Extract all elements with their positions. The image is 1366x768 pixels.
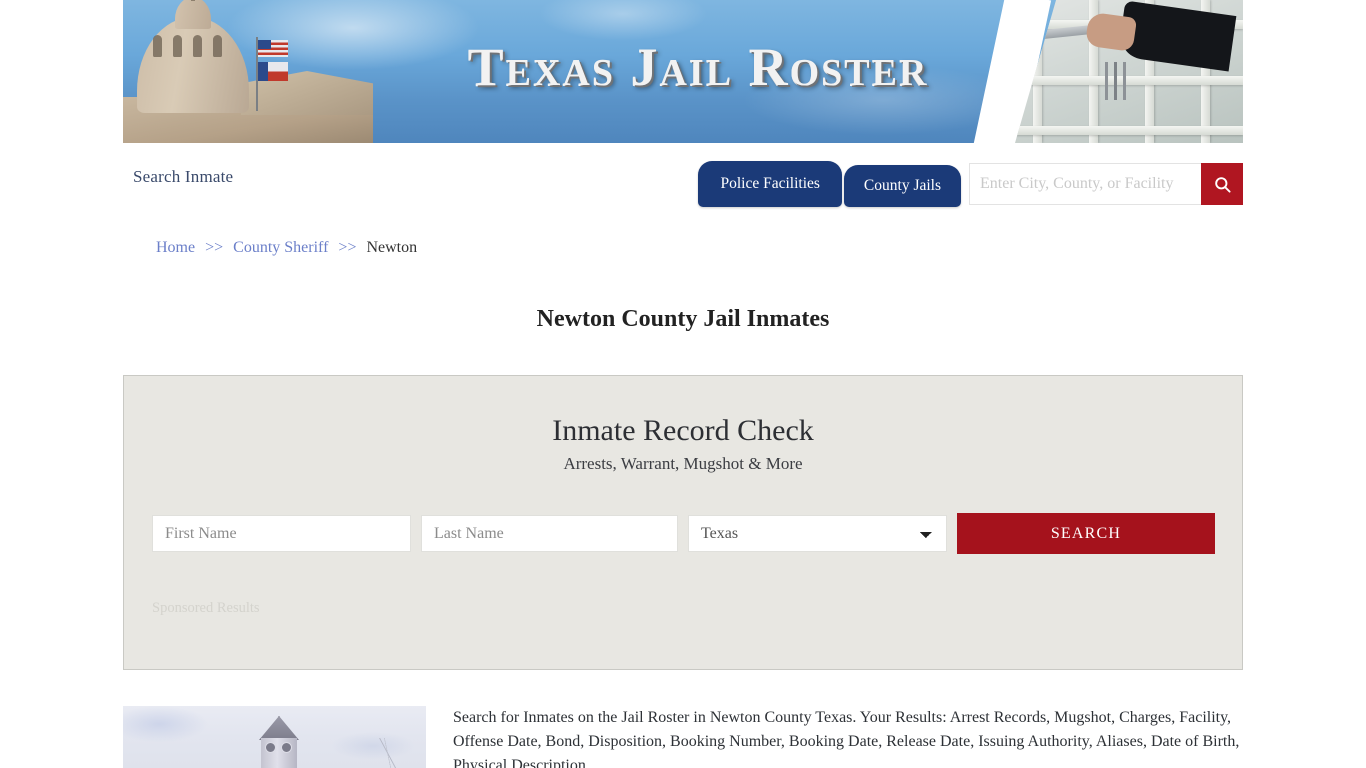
navbar: Search Inmate Police Facilities County J…: [123, 143, 1243, 221]
breadcrumb-separator: >>: [205, 239, 224, 256]
breadcrumb-separator: >>: [338, 239, 357, 256]
tower-roof: [259, 716, 299, 740]
brand-logo[interactable]: Search Inmate: [133, 167, 233, 187]
inmate-search-form: Texas SEARCH: [152, 513, 1215, 554]
page-root: Texas Jail Roster Search Inmate Police F…: [0, 0, 1366, 768]
search-icon: [1213, 175, 1232, 194]
last-name-input[interactable]: [421, 515, 678, 552]
description-section: Search for Inmates on the Jail Roster in…: [123, 706, 1243, 768]
inmate-record-check-panel: Inmate Record Check Arrests, Warrant, Mu…: [123, 375, 1243, 670]
courthouse-thumbnail: [123, 706, 426, 768]
breadcrumb-item-county-sheriff[interactable]: County Sheriff: [233, 239, 328, 256]
clock-face-icon: [281, 742, 292, 753]
breadcrumb-item-current: Newton: [366, 239, 418, 256]
inmate-search-button[interactable]: SEARCH: [957, 513, 1215, 554]
description-paragraph: Search for Inmates on the Jail Roster in…: [453, 709, 1240, 768]
header-search: [969, 163, 1243, 205]
first-name-input[interactable]: [152, 515, 411, 552]
search-input[interactable]: [969, 163, 1201, 205]
clock-face-icon: [265, 742, 276, 753]
state-select[interactable]: Texas: [688, 515, 947, 552]
search-submit-button[interactable]: [1201, 163, 1243, 205]
sponsored-results-label: Sponsored Results: [152, 600, 260, 616]
banner-title: Texas Jail Roster: [467, 37, 929, 97]
tab-police-facilities[interactable]: Police Facilities: [698, 161, 842, 208]
breadcrumb: Home >> County Sheriff >> Newton: [156, 239, 417, 257]
nav-tabs: Police Facilities County Jails: [698, 161, 961, 208]
branch-decoration: [368, 738, 408, 768]
tab-county-jails[interactable]: County Jails: [843, 165, 961, 208]
page-title: Newton County Jail Inmates: [536, 306, 830, 333]
site-banner: Texas Jail Roster: [123, 0, 1243, 143]
panel-subheading: Arrests, Warrant, Mugshot & More: [563, 454, 803, 473]
panel-heading: Inmate Record Check: [552, 414, 814, 447]
breadcrumb-item-home[interactable]: Home: [156, 239, 195, 256]
clock-tower-icon: [253, 716, 305, 768]
jail-bar-horizontal: [1015, 126, 1243, 135]
